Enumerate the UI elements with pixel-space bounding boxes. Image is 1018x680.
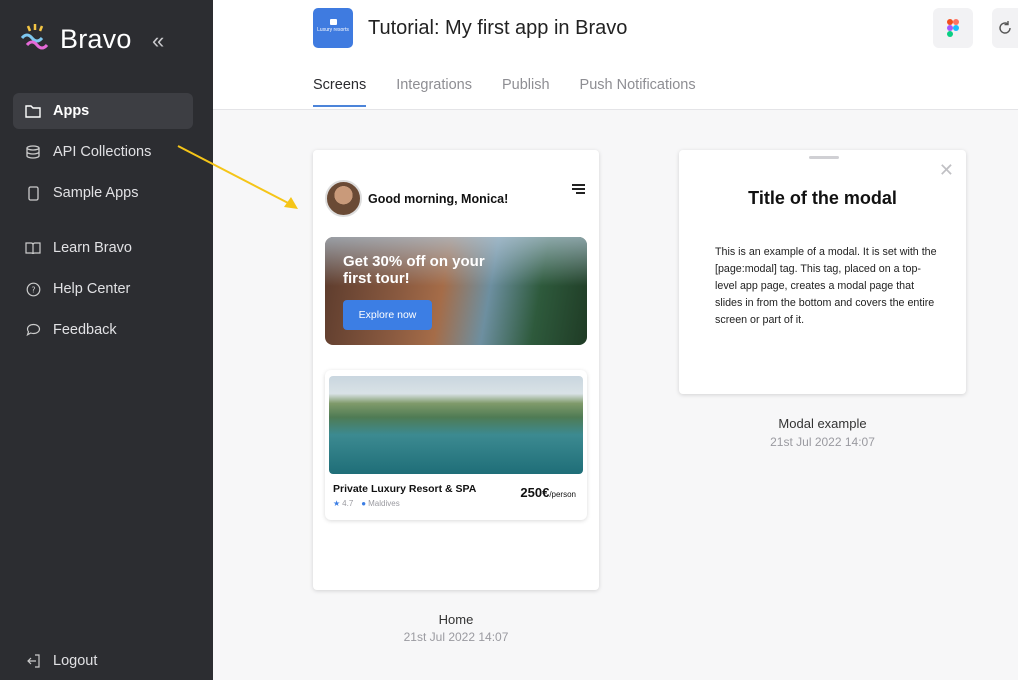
tab-push-notifications[interactable]: Push Notifications — [580, 77, 696, 107]
resort-card: Private Luxury Resort & SPA ★ 4.7 ● Mald… — [325, 370, 587, 520]
database-icon — [25, 144, 41, 160]
screen-name-modal-example: Modal example — [778, 416, 867, 431]
screen-date-home: 21st Jul 2022 14:07 — [403, 630, 509, 644]
refresh-icon — [999, 21, 1011, 34]
menu-icon — [572, 184, 585, 196]
phone-icon — [25, 185, 41, 201]
location-pin-icon: ● — [361, 499, 367, 508]
modal-drag-handle — [809, 156, 839, 159]
figma-button[interactable] — [933, 8, 973, 48]
sidebar-item-help-center[interactable]: ? Help Center — [13, 271, 193, 307]
resort-rating: 4.7 — [342, 499, 354, 508]
sidebar-item-feedback[interactable]: Feedback — [13, 312, 193, 348]
resort-location: Maldives — [368, 499, 400, 508]
sidebar-item-label: Apps — [53, 103, 90, 119]
explore-now-button: Explore now — [343, 300, 432, 330]
screen-date-modal-example: 21st Jul 2022 14:07 — [770, 435, 875, 449]
brand-name: Bravo — [60, 23, 132, 54]
close-icon: ✕ — [938, 160, 954, 180]
tab-integrations[interactable]: Integrations — [396, 77, 472, 107]
promo-banner: Get 30% off on your first tour! Explore … — [325, 237, 587, 345]
sidebar-item-label: Learn Bravo — [53, 240, 132, 256]
app-icon: Luxury resorts — [313, 8, 353, 48]
app-header: Luxury resorts Tutorial: My first app in… — [213, 0, 1018, 110]
avatar — [325, 180, 362, 217]
tab-screens[interactable]: Screens — [313, 77, 367, 107]
sidebar-item-label: API Collections — [53, 144, 152, 160]
brand[interactable]: Bravo — [18, 22, 132, 56]
help-icon: ? — [25, 281, 41, 297]
resort-name: Private Luxury Resort & SPA — [333, 483, 477, 495]
page-title: Tutorial: My first app in Bravo — [368, 17, 628, 39]
modal-title: Title of the modal — [748, 188, 897, 208]
tab-bar: Screens Integrations Publish Push Notifi… — [313, 77, 726, 107]
screen-name-home: Home — [438, 612, 474, 627]
collapse-sidebar-icon[interactable]: « — [152, 28, 164, 54]
screen-card-modal-example[interactable]: ✕ Title of the modal This is an example … — [679, 150, 966, 394]
tab-publish[interactable]: Publish — [502, 77, 550, 107]
sidebar-item-apps[interactable]: Apps — [13, 93, 193, 129]
resort-price: 250€/person — [520, 485, 576, 500]
annotation-arrow-icon — [177, 145, 298, 209]
sidebar-item-label: Feedback — [53, 322, 117, 338]
logout-icon — [25, 653, 41, 669]
greeting-text: Good morning, Monica! — [368, 191, 509, 206]
bravo-logo-icon — [20, 24, 49, 50]
logout-label: Logout — [53, 653, 98, 669]
modal-body: This is an example of a modal. It is set… — [715, 246, 937, 326]
refresh-button[interactable] — [992, 8, 1018, 48]
sidebar-item-label: Sample Apps — [53, 185, 139, 201]
resort-meta: ★ 4.7 ● Maldives — [333, 499, 400, 508]
promo-text: Get 30% off on your first tour! — [343, 253, 485, 287]
book-icon — [25, 240, 41, 256]
sidebar-item-api-collections[interactable]: API Collections — [13, 134, 193, 170]
logout-button[interactable]: Logout — [13, 643, 193, 679]
figma-icon — [947, 19, 959, 37]
app-icon-text: Luxury resorts — [317, 27, 349, 33]
resort-image — [329, 376, 583, 474]
star-icon: ★ — [333, 499, 341, 508]
screen-card-home[interactable]: Good morning, Monica! Get 30% off on you… — [313, 150, 599, 590]
svg-text:?: ? — [31, 285, 35, 294]
folder-icon — [25, 103, 41, 119]
sidebar-item-label: Help Center — [53, 281, 131, 297]
price-unit: /person — [549, 490, 576, 499]
sidebar-item-sample-apps[interactable]: Sample Apps — [13, 175, 193, 211]
price-value: 250€ — [520, 485, 550, 500]
chat-bubble-icon — [25, 322, 41, 338]
greeting-row: Good morning, Monica! — [325, 180, 508, 217]
app-icon-glyph — [329, 19, 337, 25]
sidebar: Bravo « Apps API Collections Sample Apps… — [0, 0, 213, 680]
sidebar-item-learn-bravo[interactable]: Learn Bravo — [13, 230, 193, 266]
